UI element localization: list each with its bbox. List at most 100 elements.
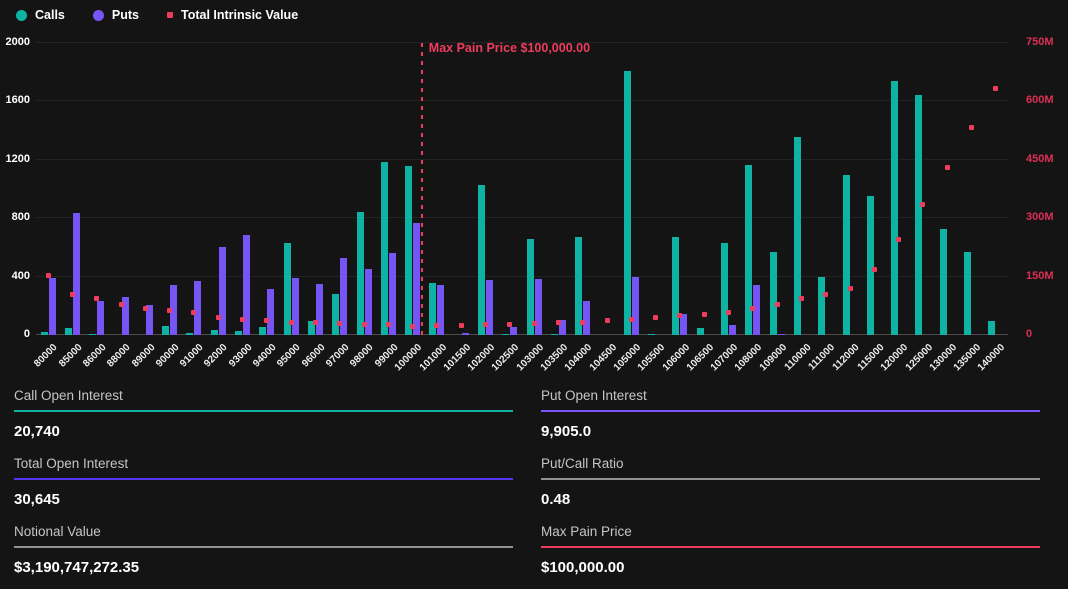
call-bar[interactable] [624, 71, 631, 335]
intrinsic-dot[interactable] [677, 313, 682, 318]
intrinsic-dot[interactable] [823, 292, 828, 297]
intrinsic-dot[interactable] [46, 273, 51, 278]
call-bar[interactable] [65, 328, 72, 335]
intrinsic-dot[interactable] [410, 324, 415, 329]
intrinsic-dot[interactable] [945, 165, 950, 170]
intrinsic-dot[interactable] [993, 86, 998, 91]
call-bar[interactable] [357, 212, 364, 335]
intrinsic-dot[interactable] [799, 296, 804, 301]
intrinsic-dot[interactable] [872, 267, 877, 272]
intrinsic-dot[interactable] [507, 322, 512, 327]
put-bar[interactable] [292, 278, 299, 335]
call-bar[interactable] [502, 334, 509, 335]
call-bar[interactable] [211, 330, 218, 335]
call-bar[interactable] [964, 252, 971, 335]
put-bar[interactable] [729, 325, 736, 335]
call-bar[interactable] [721, 243, 728, 335]
plot-area[interactable]: Max Pain Price $100,000.00 [36, 43, 1008, 335]
call-bar[interactable] [332, 294, 339, 335]
legend-item-intrinsic[interactable]: Total Intrinsic Value [167, 8, 298, 22]
intrinsic-dot[interactable] [702, 312, 707, 317]
x-axis-label: 88000 [105, 342, 132, 369]
put-bar[interactable] [73, 213, 80, 335]
call-bar[interactable] [89, 334, 96, 335]
intrinsic-dot[interactable] [653, 315, 658, 320]
intrinsic-dot[interactable] [94, 296, 99, 301]
put-bar[interactable] [535, 279, 542, 335]
call-bar[interactable] [794, 137, 801, 335]
intrinsic-dot[interactable] [556, 320, 561, 325]
call-bar[interactable] [697, 328, 704, 335]
call-bar[interactable] [381, 162, 388, 335]
put-bar[interactable] [462, 333, 469, 335]
put-bar[interactable] [49, 278, 56, 335]
intrinsic-dot[interactable] [483, 322, 488, 327]
intrinsic-dot[interactable] [167, 308, 172, 313]
call-bar[interactable] [41, 332, 48, 335]
x-axis-label: 98000 [348, 342, 375, 369]
intrinsic-dot[interactable] [264, 318, 269, 323]
call-bar[interactable] [867, 196, 874, 335]
stat-put-call-ratio: Put/Call Ratio 0.48 [541, 456, 1040, 508]
intrinsic-dot[interactable] [532, 321, 537, 326]
intrinsic-dot[interactable] [726, 310, 731, 315]
stat-value: 30,645 [14, 491, 513, 508]
intrinsic-dot[interactable] [629, 317, 634, 322]
intrinsic-dot[interactable] [362, 322, 367, 327]
legend-calls-label: Calls [35, 8, 65, 22]
y-axis-right-tick: 0 [1026, 328, 1068, 340]
legend-item-calls[interactable]: Calls [16, 8, 65, 22]
intrinsic-dot[interactable] [289, 320, 294, 325]
call-bar[interactable] [672, 237, 679, 335]
intrinsic-dot[interactable] [896, 237, 901, 242]
intrinsic-dot[interactable] [313, 320, 318, 325]
put-bar[interactable] [97, 301, 104, 335]
intrinsic-dot[interactable] [337, 321, 342, 326]
x-axis-label: 91000 [178, 342, 205, 369]
call-bar[interactable] [891, 81, 898, 335]
intrinsic-dot[interactable] [119, 302, 124, 307]
call-bar[interactable] [259, 327, 266, 335]
call-bar[interactable] [843, 175, 850, 335]
call-bar[interactable] [818, 277, 825, 335]
put-bar[interactable] [219, 247, 226, 335]
call-bar[interactable] [648, 334, 655, 335]
call-bar[interactable] [405, 166, 412, 335]
put-bar[interactable] [632, 277, 639, 335]
intrinsic-dot[interactable] [920, 202, 925, 207]
legend-item-puts[interactable]: Puts [93, 8, 139, 22]
call-bar[interactable] [235, 331, 242, 335]
call-bar[interactable] [770, 252, 777, 335]
call-bar[interactable] [478, 185, 485, 335]
x-axis-label: 89000 [130, 342, 157, 369]
stat-underline [541, 410, 1040, 412]
call-bar[interactable] [940, 229, 947, 335]
intrinsic-dot[interactable] [191, 310, 196, 315]
put-bar[interactable] [267, 289, 274, 335]
intrinsic-dot[interactable] [580, 320, 585, 325]
put-bar[interactable] [316, 284, 323, 335]
put-bar[interactable] [413, 223, 420, 335]
call-bar[interactable] [915, 95, 922, 335]
intrinsic-dot[interactable] [434, 323, 439, 328]
intrinsic-dot[interactable] [143, 306, 148, 311]
intrinsic-dot[interactable] [775, 302, 780, 307]
call-bar[interactable] [162, 326, 169, 335]
intrinsic-dot[interactable] [459, 323, 464, 328]
call-bar[interactable] [186, 333, 193, 335]
put-bar[interactable] [778, 334, 785, 335]
put-bar[interactable] [194, 281, 201, 335]
intrinsic-dot[interactable] [848, 286, 853, 291]
stat-max-pain-price: Max Pain Price $100,000.00 [541, 524, 1040, 576]
intrinsic-dot[interactable] [386, 322, 391, 327]
intrinsic-dot[interactable] [240, 317, 245, 322]
intrinsic-dot[interactable] [605, 318, 610, 323]
call-bar[interactable] [551, 334, 558, 335]
intrinsic-dot[interactable] [969, 125, 974, 130]
intrinsic-dot[interactable] [750, 306, 755, 311]
put-bar[interactable] [583, 301, 590, 335]
put-bar[interactable] [510, 327, 517, 335]
intrinsic-dot[interactable] [70, 292, 75, 297]
call-bar[interactable] [988, 321, 995, 335]
intrinsic-dot[interactable] [216, 315, 221, 320]
